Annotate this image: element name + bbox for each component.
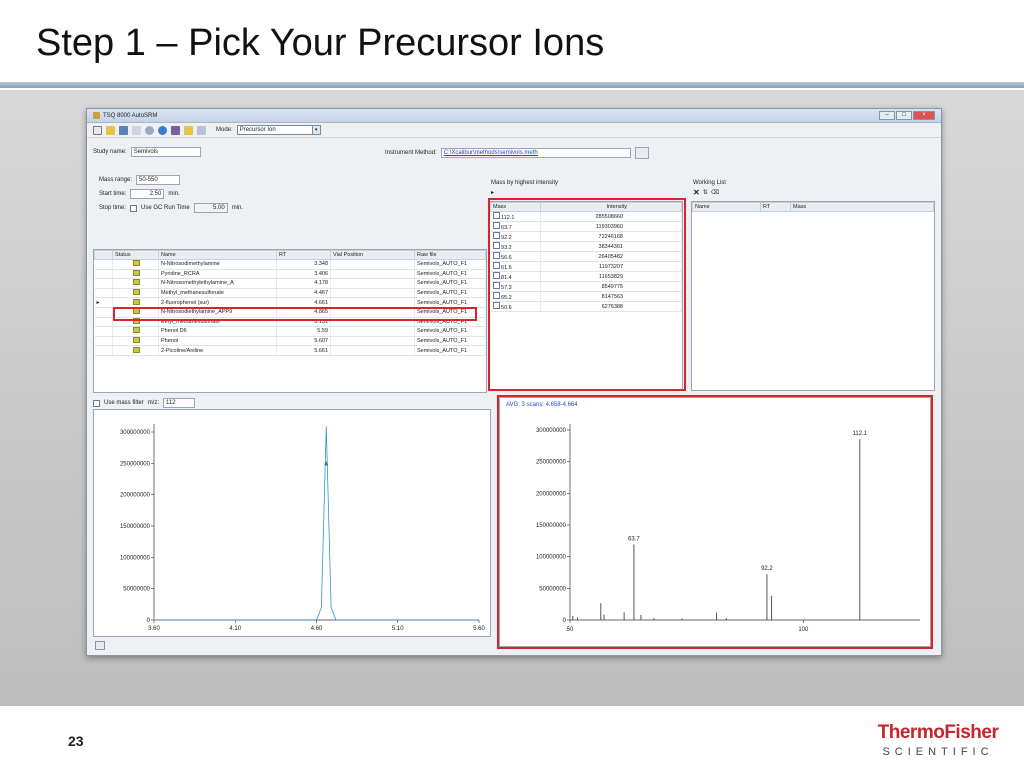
compound-table-header: Status Name RT Vial Position Raw file (94, 250, 486, 260)
selected-compound-highlight (113, 307, 477, 321)
close-button[interactable]: × (913, 111, 935, 120)
autosrm-window: TSQ 8000 AutoSRM – □ × Mode: Precursor I… (86, 108, 942, 656)
toolbar: Mode: Precursor Ion ▾ (87, 123, 941, 138)
use-mass-filter-label: Use mass filter (104, 400, 144, 406)
maximize-button[interactable]: □ (896, 111, 912, 120)
mz-label: m/z: (147, 400, 160, 406)
working-list-title: Working List (693, 180, 726, 186)
table-row[interactable]: Phenol D6 5.59 Semivols_AUTO_F1 (94, 326, 486, 337)
mass-range-field[interactable]: 50-550 (136, 175, 181, 185)
spectrum-highlight (497, 395, 933, 649)
use-gc-run-time-label: Use GC Run Time (141, 205, 190, 211)
status-icon (133, 337, 140, 344)
y-tick-label: 150000000 (120, 524, 151, 530)
column-wl-rt[interactable]: RT (760, 202, 791, 212)
mz-input[interactable]: 112 (163, 398, 196, 408)
chromatogram-chart[interactable]: 0 50000000 100000000 150000000 200000000 2500… (94, 410, 492, 638)
status-bar-icon[interactable] (95, 641, 105, 650)
stop-time-stepper[interactable]: 5.00 (193, 203, 228, 213)
column-wl-name[interactable]: Name (692, 202, 761, 212)
mode-label: Mode: (216, 127, 233, 133)
run-icon[interactable] (158, 125, 167, 135)
column-status[interactable]: Status (112, 250, 159, 260)
study-name-field[interactable]: Semivols (130, 147, 201, 157)
table-row[interactable]: Methyl_methanesulfonate 4.467 Semivols_AUT… (94, 288, 486, 299)
peak-marker (324, 461, 329, 466)
title-divider (0, 82, 1024, 88)
table-row[interactable]: Pyridine_RCRA 3.406 Semivols_AUTO_F1 (94, 269, 486, 280)
table-row[interactable]: 2-Picoline/Aniline 5.661 Semivols_AUTO_F1 (94, 345, 486, 356)
mass-range-label: Mass range: (99, 177, 133, 183)
chromatogram-panel: 0 50000000 100000000 150000000 200000000 2500… (93, 409, 491, 637)
column-wl-mass[interactable]: Mass (790, 202, 934, 212)
start-time-unit: min. (168, 191, 180, 197)
open-folder-icon[interactable] (106, 125, 115, 135)
y-tick-label: 300000000 (120, 430, 151, 436)
y-tick-label: 250000000 (120, 461, 151, 467)
x-tick-label: 3.60 (148, 626, 160, 632)
status-icon (133, 279, 140, 286)
column-vial-position[interactable]: Vial Position (330, 250, 415, 260)
x-tick-label: 4.10 (229, 626, 241, 632)
browse-button[interactable] (634, 147, 649, 159)
stop-time-unit: min. (231, 205, 244, 211)
y-tick-label: 200000000 (120, 493, 151, 499)
x-tick-label: 5.10 (392, 626, 404, 632)
status-icon (133, 346, 140, 353)
window-title: TSQ 8000 AutoSRM (103, 112, 158, 119)
status-icon (133, 298, 140, 305)
x-tick-label: 4.60 (311, 626, 323, 632)
mass-panel-highlight (488, 198, 686, 391)
status-icon (133, 327, 140, 334)
start-time-stepper[interactable]: 2.50 (130, 189, 165, 199)
study-name-label: Study name: (93, 149, 127, 155)
thermo-fisher-logo: ThermoFisher SCIENTIFIC (868, 722, 1008, 758)
y-tick-label: 50000000 (123, 587, 150, 593)
logo-wordmark: ThermoFisher (877, 722, 999, 743)
y-tick-label: 0 (147, 618, 151, 624)
move-up-icon[interactable]: ⇅ (703, 189, 708, 196)
column-raw-file[interactable]: Raw file (414, 250, 486, 260)
row-pointer-icon: ▸ (94, 297, 113, 308)
y-tick-label: 100000000 (120, 555, 151, 561)
instrument-method-field[interactable]: C:\Xcalibur\methods\semivols.meth (440, 148, 631, 158)
status-icon (133, 269, 140, 276)
remove-icon[interactable]: ✕ (693, 188, 700, 197)
app-icon (93, 112, 100, 119)
help-icon[interactable] (197, 125, 206, 135)
working-list-header: Name RT Mass (692, 202, 934, 212)
compound-table: Status Name RT Vial Position Raw file N-… (93, 249, 487, 393)
start-time-label: Start time: (99, 191, 127, 197)
status-icon (133, 260, 140, 267)
chevron-down-icon[interactable]: ▾ (311, 126, 320, 134)
slide-title: Step 1 – Pick Your Precursor Ions (36, 22, 605, 64)
table-row[interactable]: N-Nitrosomethylethylamine_A 4.178 Semivols… (94, 278, 486, 289)
window-titlebar[interactable]: TSQ 8000 AutoSRM – □ × (87, 109, 941, 123)
mass-panel-title: Mass by highest intensity (491, 180, 559, 186)
use-gc-run-time-checkbox[interactable] (130, 204, 138, 212)
x-tick-label: 5.60 (473, 626, 485, 632)
new-icon[interactable] (93, 125, 102, 135)
working-list-table: Name RT Mass (691, 201, 935, 391)
mode-select[interactable]: Precursor Ion ▾ (236, 125, 321, 135)
delete-icon[interactable] (132, 125, 141, 135)
expand-arrow-icon[interactable]: ▸ (491, 189, 494, 196)
minimize-button[interactable]: – (879, 111, 895, 120)
settings-icon[interactable] (145, 125, 154, 135)
save-icon[interactable] (119, 125, 128, 135)
clear-icon[interactable]: ⌫ (711, 189, 719, 196)
status-icon (133, 289, 140, 296)
logo-subtitle: SCIENTIFIC (882, 746, 994, 758)
table-row[interactable]: Phenol 5.607 Semivols_AUTO_F1 (94, 336, 486, 347)
slide-number: 23 (68, 733, 84, 749)
stop-time-label: Stop time: (99, 205, 127, 211)
report-icon[interactable] (171, 125, 180, 135)
chromatogram-trace (154, 426, 479, 621)
column-rt[interactable]: RT (276, 250, 331, 260)
instrument-method-label: Instrument Method: (385, 150, 437, 156)
export-icon[interactable] (184, 125, 193, 135)
table-row[interactable]: N-Nitrosodimethylamine 3.348 Semivols_AUTO… (94, 259, 486, 270)
column-name[interactable]: Name (158, 250, 277, 260)
use-mass-filter-checkbox[interactable] (93, 399, 100, 407)
